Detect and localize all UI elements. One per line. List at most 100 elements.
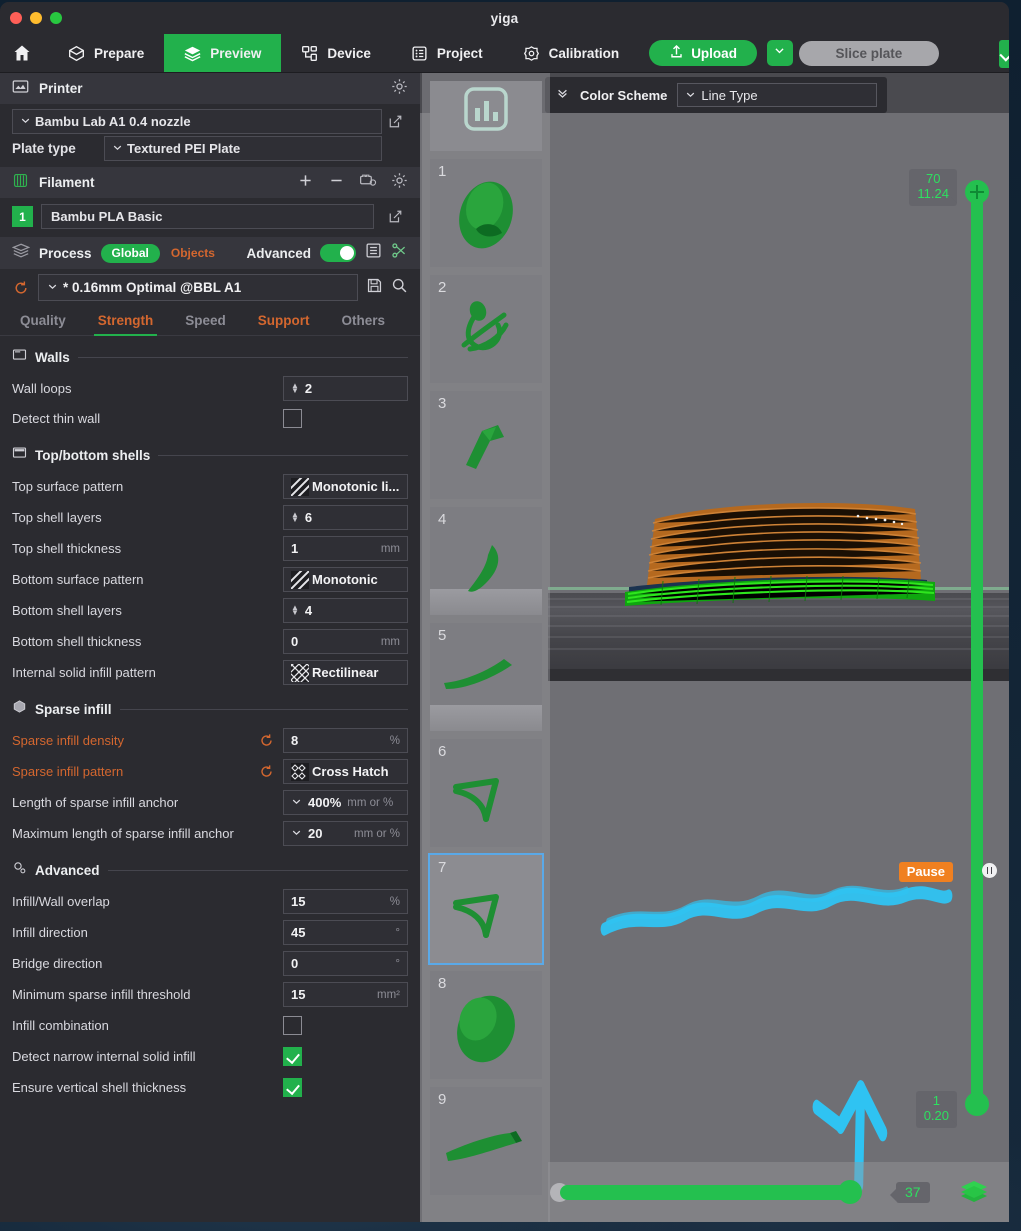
detect-narrow-internal-solid-infill-checkbox[interactable] [283, 1047, 302, 1066]
process-scope-toggle[interactable]: Global Objects [100, 243, 226, 263]
list-view-icon[interactable] [365, 242, 382, 264]
thumbnail-item[interactable]: 8 [430, 971, 542, 1079]
layer-slider-upper-handle[interactable] [965, 180, 989, 204]
printer-preset-dropdown[interactable]: Bambu Lab A1 0.4 nozzle [12, 109, 382, 134]
offscreen-accept-button[interactable] [999, 40, 1009, 68]
bottom-shell-thickness-input[interactable]: 0 mm [283, 629, 408, 654]
tab-prepare[interactable]: Prepare [48, 34, 164, 72]
filament-name-value: Bambu PLA Basic [51, 209, 163, 224]
thumbnail-item[interactable]: 2 [430, 275, 542, 383]
maximize-button[interactable] [50, 12, 62, 24]
top-shell-thickness-input[interactable]: 1 mm [283, 536, 408, 561]
advanced-toggle[interactable] [320, 244, 356, 262]
tab-preview[interactable]: Preview [164, 34, 282, 72]
pause-badge[interactable]: Pause [898, 862, 953, 882]
scope-objects-pill[interactable]: Objects [160, 244, 226, 263]
thumbnail-item[interactable]: 4 [430, 507, 542, 615]
bottom-surface-pattern-value: Monotonic [312, 572, 378, 587]
move-slider-track[interactable] [560, 1184, 860, 1200]
save-icon[interactable] [366, 277, 383, 299]
thumbnail-placeholder[interactable] [430, 81, 542, 151]
bottom-shell-layers-spinner[interactable]: ▲ ▼ 4 [283, 598, 408, 623]
gear-icon[interactable] [391, 172, 408, 194]
spinner-arrows-icon[interactable]: ▲ ▼ [291, 604, 299, 617]
object-thumbnail-rail[interactable]: 1 2 3 4 5 6 7 8 9 [422, 73, 550, 1222]
thumbnail-item[interactable]: 1 [430, 159, 542, 267]
minimize-button[interactable] [30, 12, 42, 24]
layers-stack-icon[interactable] [959, 1179, 989, 1205]
reset-icon[interactable] [257, 733, 275, 748]
move-slider-horizontal[interactable] [550, 1180, 862, 1204]
infill-wall-overlap-input[interactable]: 15 % [283, 889, 408, 914]
filament-name-dropdown[interactable]: Bambu PLA Basic [41, 204, 374, 229]
infill-combination-checkbox[interactable] [283, 1016, 302, 1035]
ensure-vertical-shell-thickness-checkbox[interactable] [283, 1078, 302, 1097]
move-slider-tooltip: 37 [890, 1181, 930, 1203]
gear-icon[interactable] [391, 78, 408, 100]
process-tabs: Quality Strength Speed Support Others [0, 307, 420, 336]
plus-icon[interactable] [297, 172, 314, 194]
reset-icon[interactable] [12, 280, 30, 296]
thumbnail-item-selected[interactable]: 7 [428, 853, 544, 965]
plate-type-dropdown[interactable]: Textured PEI Plate [104, 136, 382, 161]
traffic-light-buttons[interactable] [10, 12, 62, 24]
layer-slider-track[interactable] [971, 191, 983, 1104]
spinner-arrows-icon[interactable]: ▲ ▼ [291, 382, 299, 395]
thumbnail-item[interactable]: 6 [430, 739, 542, 847]
slice-plate-button[interactable]: Slice plate [798, 40, 939, 66]
chevrons-up-icon[interactable] [555, 86, 570, 104]
process-preset-row: * 0.16mm Optimal @BBL A1 [0, 269, 420, 307]
tab-support[interactable]: Support [242, 307, 326, 335]
bottom-surface-pattern-dropdown[interactable]: Monotonic [283, 565, 408, 594]
thumbnail-item[interactable]: 9 [430, 1087, 542, 1195]
tab-device[interactable]: Device [281, 34, 391, 72]
color-scheme-dropdown[interactable]: Line Type [677, 83, 878, 107]
max-length-sparse-infill-anchor-dropdown[interactable]: 20 mm or % [283, 821, 408, 846]
preview-viewport[interactable]: Color Scheme Line Type 1 2 3 4 5 6 7 8 9… [420, 73, 1009, 1222]
infill-direction-input[interactable]: 45 ° [283, 920, 408, 945]
filament-index-badge[interactable]: 1 [12, 206, 33, 227]
minus-icon[interactable] [328, 172, 345, 194]
ams-icon[interactable] [359, 172, 377, 194]
compare-icon[interactable] [391, 242, 408, 264]
layer-slider-lower-handle[interactable] [965, 1092, 989, 1116]
sparse-infill-pattern-dropdown[interactable]: Cross Hatch [283, 759, 408, 784]
top-surface-pattern-dropdown[interactable]: Monotonic li... [283, 472, 408, 501]
upload-button[interactable]: Upload [649, 40, 757, 66]
tab-strength[interactable]: Strength [82, 307, 170, 336]
layer-slider-vertical[interactable]: 70 11.24 1 0.20 Pause [898, 169, 997, 1128]
spinner-arrows-icon[interactable]: ▲ ▼ [291, 511, 299, 524]
move-slider-handle[interactable] [838, 1180, 862, 1204]
reset-icon[interactable] [257, 764, 275, 779]
3d-scene[interactable] [548, 73, 1009, 1222]
tab-project[interactable]: Project [391, 34, 503, 72]
process-preset-dropdown[interactable]: * 0.16mm Optimal @BBL A1 [38, 274, 358, 301]
filament-section-actions[interactable] [297, 172, 408, 194]
detect-thin-wall-checkbox[interactable] [283, 409, 302, 428]
printer-edit-button[interactable] [382, 114, 408, 129]
tab-quality[interactable]: Quality [4, 307, 82, 335]
min-sparse-infill-threshold-input[interactable]: 15 mm² [283, 982, 408, 1007]
divider [158, 454, 408, 456]
close-button[interactable] [10, 12, 22, 24]
wall-loops-spinner[interactable]: ▲ ▼ 2 [283, 376, 408, 401]
scope-global-pill[interactable]: Global [100, 243, 160, 263]
printer-section-actions[interactable] [391, 78, 408, 100]
pause-icon[interactable] [982, 863, 997, 878]
thumbnail-item[interactable]: 5 [430, 623, 542, 731]
tab-others[interactable]: Others [326, 307, 402, 335]
top-shell-layers-spinner[interactable]: ▲ ▼ 6 [283, 505, 408, 530]
thumbnail-item[interactable]: 3 [430, 391, 542, 499]
sparse-infill-density-input[interactable]: 8 % [283, 728, 408, 753]
length-sparse-infill-anchor-dropdown[interactable]: 400% mm or % [283, 790, 408, 815]
internal-solid-infill-pattern-dropdown[interactable]: Rectilinear [283, 659, 408, 692]
upload-dropdown-button[interactable] [766, 40, 793, 66]
bridge-direction-input[interactable]: 0 ° [283, 951, 408, 976]
tab-calibration[interactable]: Calibration [503, 34, 640, 72]
search-icon[interactable] [391, 277, 408, 299]
layer-slider-lower-tooltip: 1 0.20 [915, 1091, 958, 1128]
filament-edit-button[interactable] [382, 209, 408, 224]
home-button[interactable] [0, 34, 48, 72]
application-window: yiga Prepare Preview Device Project Cali… [0, 2, 1009, 1222]
tab-speed[interactable]: Speed [169, 307, 242, 335]
